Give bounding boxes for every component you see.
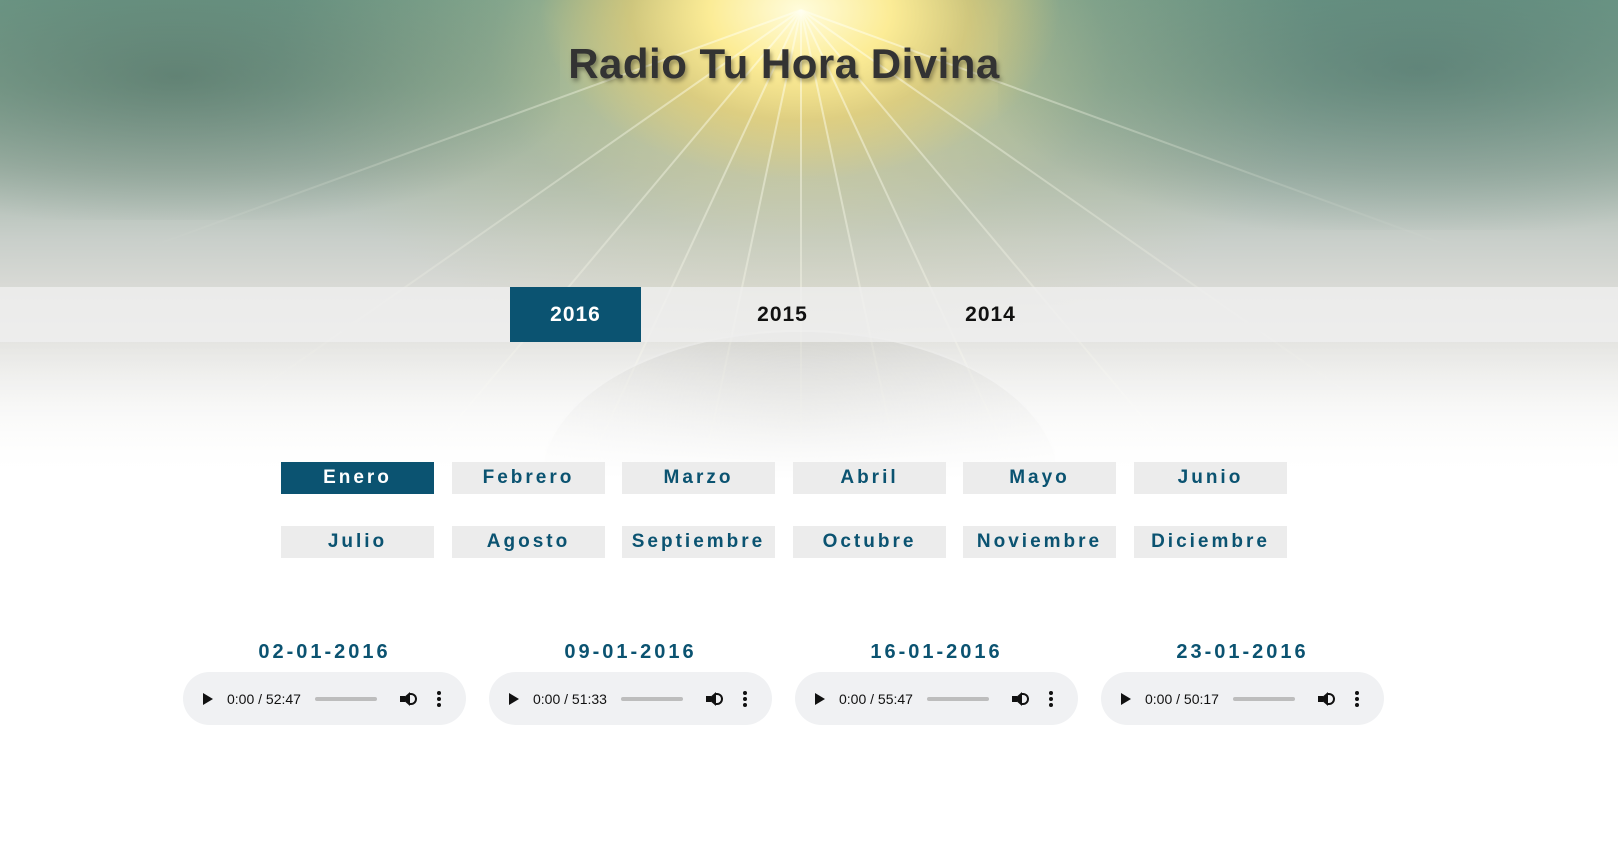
audio-player[interactable]: 0:00 / 50:17 bbox=[1101, 672, 1384, 725]
month-button-julio[interactable]: Julio bbox=[281, 526, 434, 558]
site-title: Radio Tu Hora Divina bbox=[568, 40, 1000, 87]
audio-time: 0:00 / 55:47 bbox=[839, 690, 913, 707]
episode-card: 16-01-2016 0:00 / 55:47 bbox=[795, 640, 1078, 725]
episode-date: 23-01-2016 bbox=[1176, 641, 1309, 663]
audio-player[interactable]: 0:00 / 52:47 bbox=[183, 672, 466, 725]
more-options-icon[interactable] bbox=[436, 690, 441, 707]
year-tab-2016[interactable]: 2016 bbox=[510, 287, 641, 342]
audio-seek-bar[interactable] bbox=[926, 696, 989, 701]
play-icon[interactable] bbox=[509, 692, 519, 705]
more-options-icon[interactable] bbox=[1354, 690, 1359, 707]
episode-date: 16-01-2016 bbox=[870, 641, 1003, 663]
episode-card: 09-01-2016 0:00 / 51:33 bbox=[489, 640, 772, 725]
year-tab-bar: 2016 2015 2014 bbox=[0, 287, 1618, 342]
month-button-noviembre[interactable]: Noviembre bbox=[963, 526, 1116, 558]
audio-player[interactable]: 0:00 / 55:47 bbox=[795, 672, 1078, 725]
volume-icon[interactable] bbox=[1011, 691, 1029, 707]
audio-seek-bar[interactable] bbox=[620, 696, 683, 701]
year-tab-2015[interactable]: 2015 bbox=[717, 287, 848, 342]
play-icon[interactable] bbox=[203, 692, 213, 705]
hero-fade bbox=[0, 340, 1618, 480]
month-button-junio[interactable]: Junio bbox=[1134, 462, 1287, 494]
month-button-enero[interactable]: Enero bbox=[281, 462, 434, 494]
audio-seek-bar[interactable] bbox=[1232, 696, 1295, 701]
more-options-icon[interactable] bbox=[1048, 690, 1053, 707]
audio-player[interactable]: 0:00 / 51:33 bbox=[489, 672, 772, 725]
month-button-abril[interactable]: Abril bbox=[793, 462, 946, 494]
episode-date: 02-01-2016 bbox=[258, 641, 391, 663]
month-button-febrero[interactable]: Febrero bbox=[452, 462, 605, 494]
month-button-mayo[interactable]: Mayo bbox=[963, 462, 1116, 494]
month-button-marzo[interactable]: Marzo bbox=[622, 462, 775, 494]
month-button-octubre[interactable]: Octubre bbox=[793, 526, 946, 558]
volume-icon[interactable] bbox=[705, 691, 723, 707]
year-tab-2014[interactable]: 2014 bbox=[925, 287, 1056, 342]
clouds-left bbox=[0, 0, 560, 220]
episode-date: 09-01-2016 bbox=[564, 641, 697, 663]
play-icon[interactable] bbox=[815, 692, 825, 705]
audio-seek-bar[interactable] bbox=[314, 696, 377, 701]
volume-icon[interactable] bbox=[399, 691, 417, 707]
volume-icon[interactable] bbox=[1317, 691, 1335, 707]
episode-card: 02-01-2016 0:00 / 52:47 bbox=[183, 640, 466, 725]
audio-time: 0:00 / 50:17 bbox=[1145, 690, 1219, 707]
month-button-agosto[interactable]: Agosto bbox=[452, 526, 605, 558]
audio-time: 0:00 / 51:33 bbox=[533, 690, 607, 707]
month-button-diciembre[interactable]: Diciembre bbox=[1134, 526, 1287, 558]
episode-card: 23-01-2016 0:00 / 50:17 bbox=[1101, 640, 1384, 725]
play-icon[interactable] bbox=[1121, 692, 1131, 705]
more-options-icon[interactable] bbox=[742, 690, 747, 707]
month-button-septiembre[interactable]: Septiembre bbox=[622, 526, 775, 558]
audio-time: 0:00 / 52:47 bbox=[227, 690, 301, 707]
